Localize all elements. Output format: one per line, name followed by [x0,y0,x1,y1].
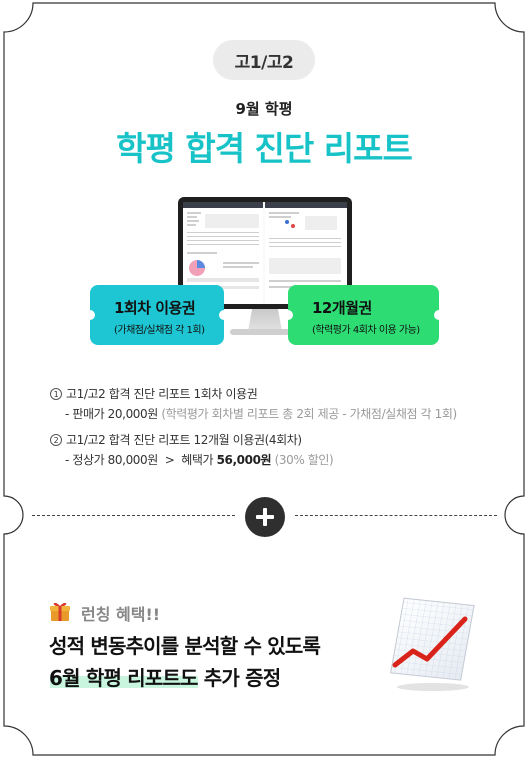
discount-note: (30% 할인) [274,453,334,467]
price-note: (학력평가 회차별 리포트 총 2회 제공 - 가채점/실채점 각 1회) [161,407,457,421]
ticket-12-month: 12개월권 (학력평가 4회차 이용 가능) [283,285,444,345]
list-price: - 정상가 80,000원 [65,453,158,467]
growth-chart-icon [390,597,475,691]
exam-subtitle: 9월 학평 [235,100,293,118]
benefit-price: 56,000원 [216,453,272,467]
ticket-subtitle: (가채점/실채점 각 1회) [114,325,205,336]
number-badge: 2 [50,434,62,446]
page-title: 학평 합격 진단 리포트 [116,129,413,168]
ticket-notch-right [219,310,229,320]
bonus-headline-2: 6월 학평 리포트도 추가 증정 [49,666,281,690]
number-badge: 1 [50,388,62,400]
grade-badge: 고1/고2 [213,40,315,80]
ticket-notch-right [434,310,444,320]
ticket-title: 1회차 이용권 [114,299,196,317]
bonus-headline-1: 성적 변동추이를 분석할 수 있도록 [49,634,321,658]
benefit-label: 혜택가 [181,453,214,467]
ticket-title: 12개월권 [312,299,372,317]
arrow: > [164,453,175,467]
gift-icon [50,602,70,621]
monitor-stand [248,309,282,331]
dashed-divider-left [32,515,235,516]
ticket-notch-left [85,310,95,320]
product-2-price: - 정상가 80,000원 > 혜택가 56,000원 (30% 할인) [50,451,334,468]
ticket-notch-left [283,310,293,320]
product-2-name: 2 고1/고2 합격 진단 리포트 12개월 이용권(4회차) [50,431,302,448]
launch-benefit-tag: 런칭 혜택!! [81,605,161,624]
ticket-subtitle: (학력평가 4회차 이용 가능) [312,325,420,336]
product-1-name: 1 고1/고2 합격 진단 리포트 1회차 이용권 [50,385,258,402]
plus-icon [245,497,285,537]
product-1-price: - 판매가 20,000원 (학력평가 회차별 리포트 총 2회 제공 - 가채… [65,407,457,421]
dashed-divider-right [295,515,497,516]
ticket-single-session: 1회차 이용권 (가채점/실채점 각 1회) [85,285,229,345]
